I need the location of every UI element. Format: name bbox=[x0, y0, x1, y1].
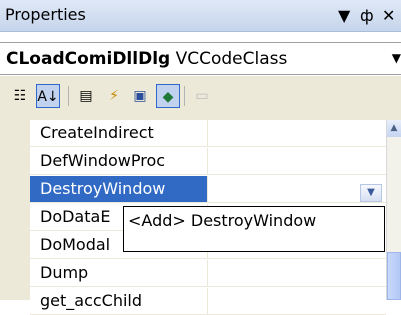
close-icon[interactable]: ✕ bbox=[382, 6, 395, 25]
pin-icon[interactable]: ф bbox=[360, 6, 374, 25]
object-selector-text: CLoadComiDllDlg VCCodeClass bbox=[6, 49, 287, 69]
override-dropdown-list: <Add> DestroyWindow bbox=[123, 206, 385, 252]
row-name: Dump bbox=[30, 260, 208, 286]
properties-toolbar: ☷ A↓ ▤ ⚡ ▣ ◆ ▭ bbox=[0, 76, 401, 120]
row-name: DefWindowProc bbox=[30, 148, 208, 174]
combo-dropdown-icon[interactable]: ▼ bbox=[360, 184, 382, 202]
property-pages-icon[interactable]: ▭ bbox=[190, 84, 214, 108]
messages-icon[interactable]: ▣ bbox=[128, 84, 152, 108]
row-name: get_accChild bbox=[30, 288, 208, 314]
dropdown-option[interactable]: <Add> DestroyWindow bbox=[128, 211, 316, 230]
row-name: CreateIndirect bbox=[30, 120, 208, 146]
object-selector-dropdown-icon[interactable]: ▼ bbox=[392, 51, 401, 65]
window-position-dropdown-icon[interactable]: ▼ bbox=[338, 6, 350, 25]
panel-title: Properties bbox=[5, 5, 86, 24]
grid-row[interactable]: Dump bbox=[30, 260, 386, 287]
alphabetical-sort-icon[interactable]: A↓ bbox=[36, 84, 60, 108]
row-name: DestroyWindow bbox=[30, 176, 208, 202]
object-selector[interactable]: CLoadComiDllDlg VCCodeClass ▼ bbox=[0, 42, 401, 75]
object-type: VCCodeClass bbox=[175, 49, 288, 69]
categorized-icon[interactable]: ☷ bbox=[8, 84, 32, 108]
object-name: CLoadComiDllDlg bbox=[6, 49, 171, 69]
grid-gutter bbox=[0, 120, 30, 300]
toolbar-separator bbox=[184, 86, 185, 106]
events-lightning-icon[interactable]: ⚡ bbox=[102, 84, 126, 108]
vertical-scrollbar[interactable]: ▲ bbox=[386, 120, 401, 300]
scrollbar-thumb[interactable] bbox=[387, 252, 401, 300]
grid-row[interactable]: CreateIndirect bbox=[30, 120, 386, 147]
properties-icon[interactable]: ▤ bbox=[74, 84, 98, 108]
toolbar-separator bbox=[68, 86, 69, 106]
grid-row[interactable]: DefWindowProc bbox=[30, 148, 386, 175]
grid-row-selected[interactable]: DestroyWindow bbox=[30, 176, 386, 203]
grid-row[interactable]: get_accChild bbox=[30, 288, 386, 315]
properties-title-bar: Properties ▼ ф ✕ bbox=[0, 0, 401, 32]
overrides-icon[interactable]: ◆ bbox=[156, 84, 180, 108]
scroll-up-icon[interactable]: ▲ bbox=[387, 120, 401, 137]
